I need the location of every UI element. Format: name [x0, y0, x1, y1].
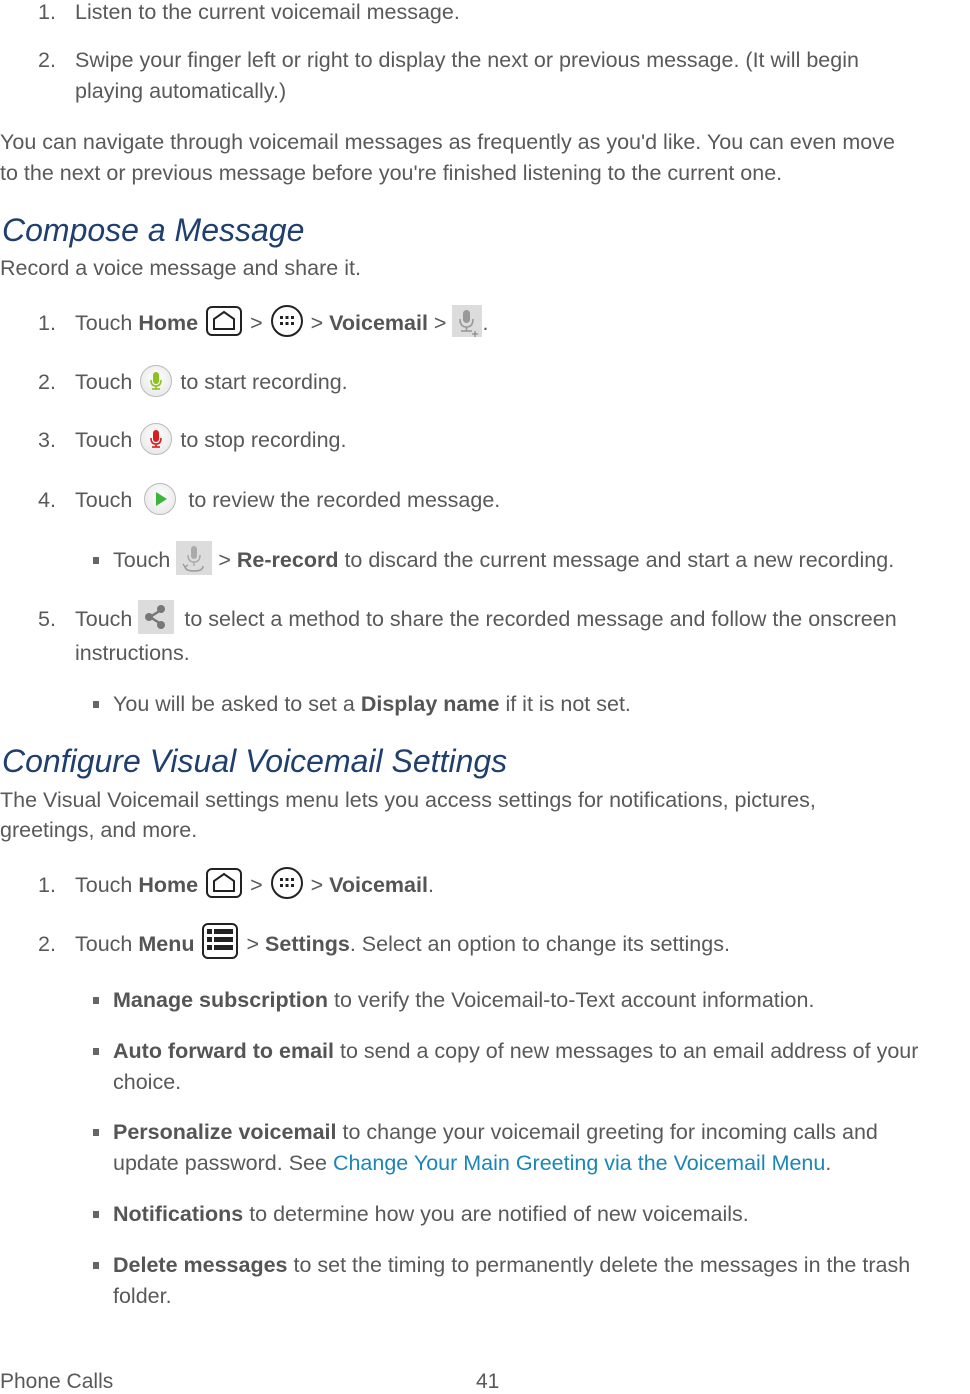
configure-description-line1: The Visual Voicemail settings menu lets …: [0, 788, 816, 812]
option-text: update password. See: [113, 1151, 327, 1175]
bullet-icon: [93, 997, 99, 1004]
mic-rerecord-icon: [176, 541, 213, 576]
step-text: to start recording.: [180, 370, 348, 394]
mic-plus-icon: [452, 305, 483, 338]
step-number: 2.: [38, 48, 56, 72]
step-text: Touch: [75, 488, 133, 512]
footer-page-number: 41: [476, 1370, 500, 1393]
settings-label: Settings: [265, 932, 350, 956]
separator: >: [250, 873, 263, 897]
section-heading-compose: Compose a Message: [2, 212, 305, 248]
rerecord-label: Re-record: [236, 548, 339, 572]
bullet-icon: [93, 1129, 99, 1136]
period: .: [427, 873, 434, 897]
step-number: 5.: [38, 607, 56, 631]
intro-paragraph-line2: to the next or previous message before y…: [0, 161, 783, 185]
option-label: Delete messages: [113, 1253, 288, 1277]
bullet-icon: [93, 557, 99, 564]
mic-green-icon: [140, 364, 173, 397]
step-text: Touch: [75, 932, 133, 956]
step-text: playing automatically.): [75, 79, 287, 103]
bullet-text: You will be asked to set a: [113, 692, 355, 716]
period: .: [482, 311, 489, 335]
separator: >: [218, 548, 231, 572]
footer-section-name: Phone Calls: [0, 1370, 114, 1393]
separator: >: [310, 873, 324, 897]
option-label: Auto forward to email: [113, 1039, 334, 1063]
step-number: 4.: [38, 488, 56, 512]
step-text: Listen to the current voicemail message.: [75, 0, 460, 24]
home-label: Home: [138, 311, 199, 335]
home-icon: [206, 306, 243, 337]
separator: >: [246, 932, 260, 956]
intro-paragraph-line1: You can navigate through voicemail messa…: [0, 130, 895, 154]
option-text: choice.: [113, 1070, 182, 1094]
mic-red-icon: [140, 422, 173, 455]
step-number: 1.: [38, 873, 56, 897]
step-number: 2.: [38, 932, 56, 956]
option-text: to verify the Voicemail-to-Text account …: [334, 988, 815, 1012]
step-text: Touch: [75, 311, 133, 335]
share-icon: [138, 600, 175, 635]
step-number: 1.: [38, 311, 56, 335]
step-text: Touch: [75, 428, 133, 452]
section-heading-configure: Configure Visual Voicemail Settings: [2, 743, 508, 779]
period: .: [825, 1151, 832, 1175]
configure-description-line2: greetings, and more.: [0, 818, 198, 842]
step-text: to stop recording.: [180, 428, 347, 452]
home-icon: [206, 868, 243, 899]
menu-icon: [202, 923, 239, 960]
voicemail-label: Voicemail: [329, 311, 428, 335]
apps-icon: [270, 867, 303, 900]
voicemail-label: Voicemail: [329, 873, 428, 897]
separator: >: [433, 311, 447, 335]
display-name-label: Display name: [360, 692, 500, 716]
apps-icon: [270, 305, 303, 338]
step-text: . Select an option to change its setting…: [349, 932, 730, 956]
bullet-icon: [93, 1048, 99, 1055]
option-text: folder.: [113, 1284, 172, 1308]
play-icon: [144, 482, 177, 515]
step-number: 2.: [38, 370, 56, 394]
separator: >: [310, 311, 324, 335]
option-text: to send a copy of new messages to an ema…: [339, 1039, 919, 1063]
bullet-text: to discard the current message and start…: [344, 548, 895, 572]
step-text: to review the recorded message.: [188, 488, 501, 512]
step-text: Touch: [75, 607, 133, 631]
option-text: to set the timing to permanently delete …: [293, 1253, 911, 1277]
option-label: Notifications: [113, 1202, 244, 1226]
bullet-icon: [93, 1211, 99, 1218]
home-label: Home: [138, 873, 199, 897]
option-label: Manage subscription: [113, 988, 329, 1012]
bullet-text: if it is not set.: [505, 692, 631, 716]
step-text: Swipe your finger left or right to displ…: [75, 48, 859, 72]
separator: >: [250, 311, 263, 335]
option-text: to determine how you are notified of new…: [249, 1202, 749, 1226]
step-text: Touch: [75, 370, 133, 394]
step-text: to select a method to share the recorded…: [184, 607, 897, 631]
option-label: Personalize voicemail: [113, 1120, 337, 1144]
bullet-icon: [93, 1262, 99, 1269]
menu-label: Menu: [138, 932, 195, 956]
step-number: 1.: [38, 0, 56, 24]
bullet-text: Touch: [113, 548, 171, 572]
bullet-icon: [93, 701, 99, 708]
step-text: instructions.: [75, 641, 190, 665]
compose-description: Record a voice message and share it.: [0, 256, 361, 280]
option-text: to change your voicemail greeting for in…: [342, 1120, 878, 1144]
step-number: 3.: [38, 428, 56, 452]
step-text: Touch: [75, 873, 133, 897]
change-greeting-link[interactable]: Change Your Main Greeting via the Voicem…: [333, 1151, 825, 1175]
